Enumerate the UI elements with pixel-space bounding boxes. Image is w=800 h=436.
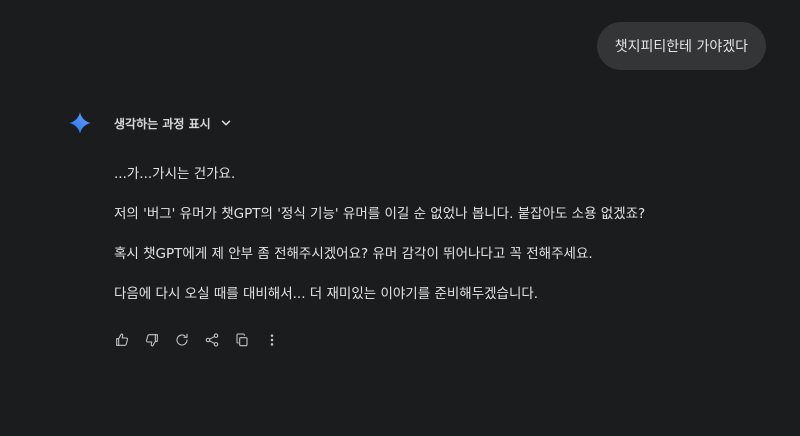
response-paragraph: 혹시 챗GPT에게 제 안부 좀 전해주시겠어요? 유머 감각이 뛰어나다고 꼭…: [114, 246, 593, 262]
assistant-response: ...가...가시는 건가요. 저의 '버그' 유머가 챗GPT의 '정식 기능…: [114, 164, 764, 324]
response-paragraph: 다음에 다시 오실 때를 대비해서... 더 재미있는 이야기를 준비해두겠습니…: [114, 286, 539, 302]
response-paragraph: 저의 '버그' 유머가 챗GPT의 '정식 기능' 유머를 이길 순 없었나 봅…: [114, 206, 646, 222]
thumbs-up-icon: [116, 333, 129, 346]
chat-page: 챗지피티한테 가야겠다 생각하는 과정 표시 ...가...가시는 건가요. 저…: [0, 0, 800, 436]
gemini-sparkle-icon: [69, 112, 91, 134]
chevron-down-icon: [221, 120, 230, 126]
copy-icon: [236, 333, 248, 347]
copy-button[interactable]: [230, 328, 254, 352]
share-button[interactable]: [200, 328, 224, 352]
regenerate-icon: [176, 333, 188, 346]
regenerate-button[interactable]: [170, 328, 194, 352]
response-paragraph: ...가...가시는 건가요.: [114, 166, 236, 182]
thumbs-down-button[interactable]: [140, 328, 164, 352]
thumbs-up-button[interactable]: [110, 328, 134, 352]
response-actions-bar: [110, 328, 284, 352]
thumbs-down-icon: [145, 334, 158, 347]
user-message-bubble: 챗지피티한테 가야겠다: [596, 22, 766, 70]
user-message-text: 챗지피티한테 가야겠다: [614, 39, 748, 55]
more-options-icon: [270, 334, 274, 346]
share-icon: [205, 333, 219, 347]
thinking-label: 생각하는 과정 표시: [114, 116, 211, 131]
more-options-button[interactable]: [260, 328, 284, 352]
show-thinking-toggle[interactable]: 생각하는 과정 표시: [114, 111, 233, 135]
